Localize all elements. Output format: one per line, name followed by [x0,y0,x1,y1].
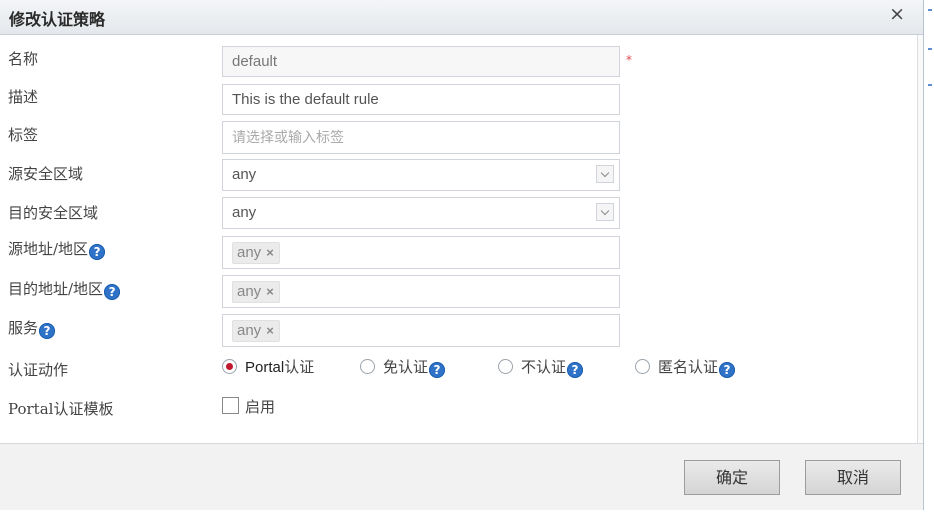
description-field[interactable]: This is the default rule [222,84,620,115]
radio-button[interactable] [498,359,513,374]
src-address-label: 源地址/地区? [8,238,106,260]
radio-button[interactable] [360,359,375,374]
portal-template-label-text: 认证模板 [53,400,114,418]
radio-label-text: 不认证 [521,358,567,376]
description-label: 描述 [8,88,39,106]
dialog-footer [0,443,923,510]
cancel-button[interactable]: 取消 [805,460,901,495]
name-value: default [232,53,278,70]
enable-label: 启用 [245,398,276,416]
dst-address-label: 目的地址/地区? [8,278,121,300]
radio-label: 免认证 [383,358,428,376]
name-field[interactable]: default [222,46,620,77]
help-icon[interactable]: ? [39,323,56,339]
radio-anonymous-auth[interactable]: 匿名认证? [635,356,736,378]
chevron-down-icon[interactable] [596,203,614,221]
dst-address-input[interactable]: any × [222,275,620,308]
tags-input[interactable]: 请选择或输入标签 [222,121,620,154]
ok-button[interactable]: 确定 [684,460,780,495]
radio-label-prefix: Portal [245,359,285,376]
background-page-edge [924,0,934,515]
dst-address-label-text: 目的地址/地区 [8,280,104,298]
help-icon[interactable]: ? [104,284,121,300]
help-icon[interactable]: ? [567,362,584,378]
portal-template-label: Portal认证模板 [8,398,113,419]
radio-button[interactable] [222,359,237,374]
tag-remove-icon[interactable]: × [266,323,274,338]
service-label-text: 服务 [8,319,39,337]
help-icon[interactable]: ? [429,362,446,378]
description-value: This is the default rule [232,91,379,108]
dst-zone-value: any [232,204,257,221]
chevron-down-icon[interactable] [596,165,614,183]
dst-address-tag: any × [232,281,280,303]
help-icon[interactable]: ? [89,244,106,260]
name-label: 名称 [8,50,39,68]
radio-button[interactable] [635,359,650,374]
tags-label: 标签 [8,126,39,144]
radio-label-text: 匿名认证 [658,358,719,376]
radio-label-text: 免认证 [383,358,429,376]
src-zone-label: 源安全区域 [8,165,84,183]
radio-portal-auth[interactable]: Portal认证 [222,356,314,377]
background-mark [928,84,932,86]
service-tag: any × [232,320,280,342]
help-icon[interactable]: ? [719,362,736,378]
dialog-title: 修改认证策略 [9,10,106,29]
dst-zone-label: 目的安全区域 [8,204,99,222]
radio-label-text: 认证 [284,358,315,376]
portal-template-label-prefix: Portal [8,400,54,418]
src-zone-select[interactable]: any [222,159,620,191]
close-icon[interactable]: × [889,3,905,25]
radio-no-auth-required[interactable]: 免认证? [360,356,446,378]
background-mark [928,48,932,50]
auth-action-label: 认证动作 [8,361,69,379]
dialog-titlebar: 修改认证策略 × [0,0,923,35]
src-zone-value: any [232,166,257,183]
portal-template-enable-checkbox[interactable] [222,397,239,414]
src-address-tag: any × [232,242,280,264]
tag-remove-icon[interactable]: × [266,284,274,299]
src-address-label-text: 源地址/地区 [8,240,89,258]
service-input[interactable]: any × [222,314,620,347]
tag-text: any [237,283,262,300]
radio-label: Portal认证 [245,358,314,376]
tag-text: any [237,322,262,339]
edit-auth-policy-dialog: 修改认证策略 × 名称 default * 描述 This is the def… [0,0,924,510]
background-mark [928,9,932,11]
tag-text: any [237,244,262,261]
service-label: 服务? [8,317,56,339]
tags-placeholder: 请选择或输入标签 [232,130,344,146]
src-address-input[interactable]: any × [222,236,620,269]
radio-no-auth[interactable]: 不认证? [498,356,584,378]
radio-label: 不认证 [521,358,566,376]
radio-label: 匿名认证 [658,358,718,376]
tag-remove-icon[interactable]: × [266,245,274,260]
required-mark: * [626,53,632,67]
vertical-scrollbar[interactable] [917,35,923,443]
dst-zone-select[interactable]: any [222,197,620,229]
